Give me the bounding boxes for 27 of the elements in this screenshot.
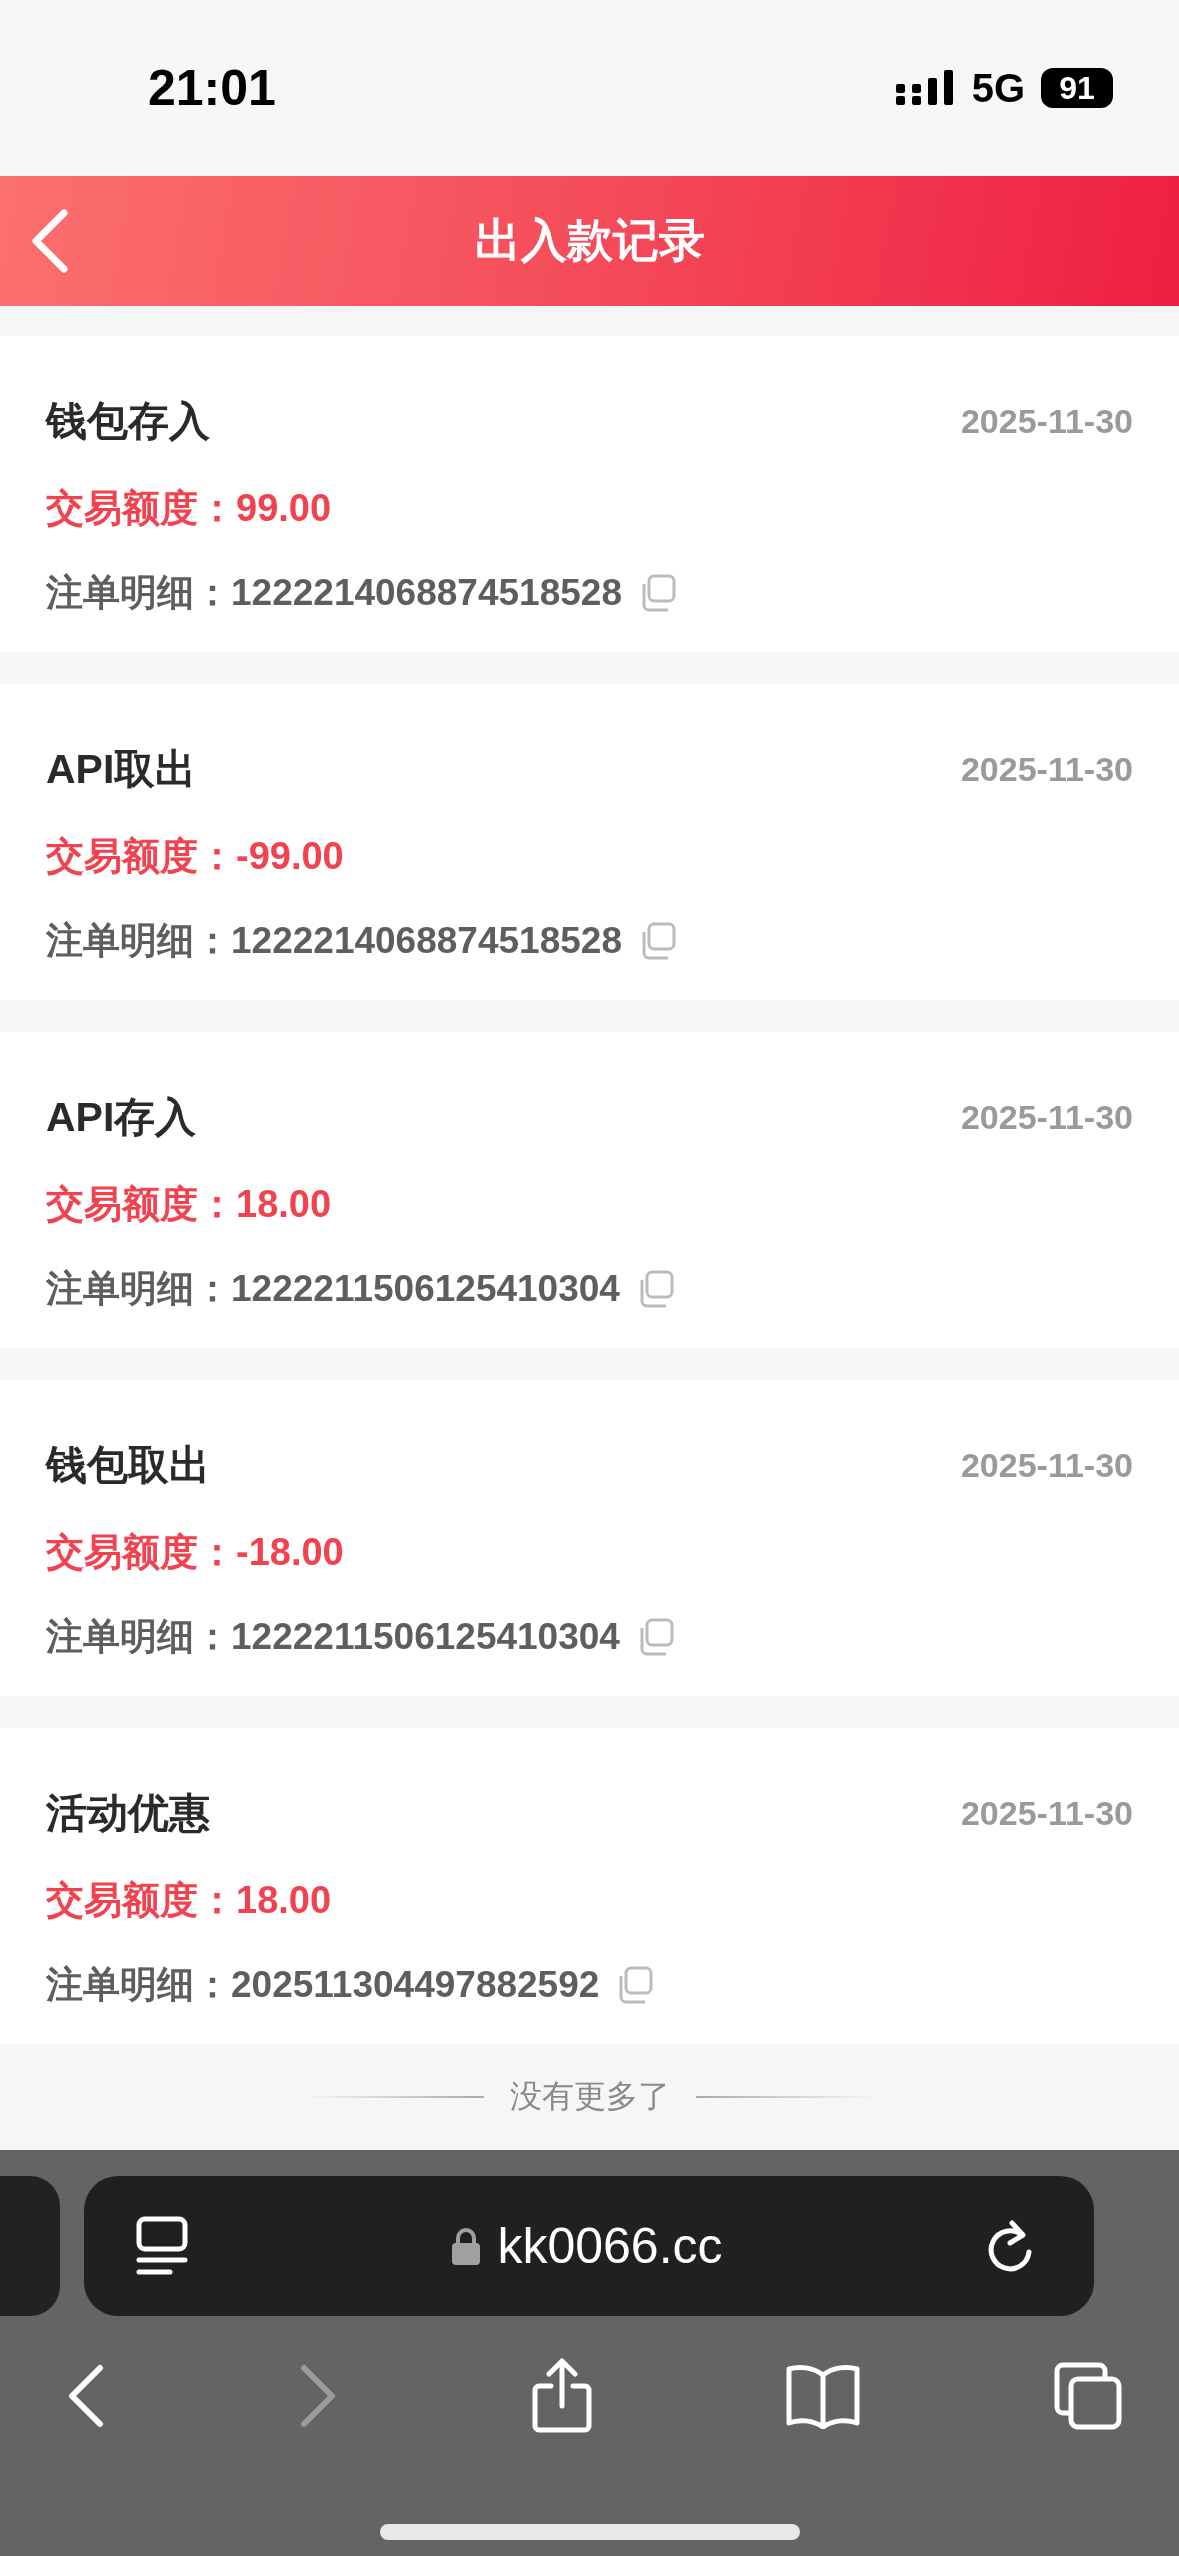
battery-indicator: 91	[1041, 68, 1113, 108]
amount-text: 交易额度：18.00	[46, 1878, 333, 1923]
order-detail: 注单明细：1222214068874518528	[46, 919, 622, 963]
network-label: 5G	[971, 65, 1025, 111]
record-title: API存入	[46, 1093, 197, 1142]
record-date: 2025-11-30	[960, 1446, 1133, 1485]
record-title: API取出	[46, 745, 197, 794]
record-date: 2025-11-30	[960, 750, 1133, 789]
amount-text: 交易额度：99.00	[46, 486, 333, 531]
amount-text: 交易额度：-99.00	[46, 834, 345, 879]
amount-text: 交易额度：-18.00	[46, 1530, 345, 1575]
order-detail: 注单明细：1222211506125410304	[46, 1615, 620, 1659]
end-note: 没有更多了	[509, 2077, 670, 2116]
status-time: 21:01	[148, 59, 276, 117]
record-date: 2025-11-30	[960, 1794, 1133, 1833]
record-title: 钱包存入	[46, 397, 210, 446]
order-detail: 注单明细：202511304497882592	[46, 1963, 600, 2007]
page-title: 出入款记录	[474, 213, 705, 268]
address-bar[interactable]: kk0066.cc	[84, 2176, 1094, 2316]
order-detail: 注单明细：1222214068874518528	[46, 571, 622, 615]
order-detail: 注单明细：1222211506125410304	[46, 1267, 620, 1311]
record-title: 活动优惠	[46, 1789, 210, 1838]
url-text: kk0066.cc	[497, 2217, 723, 2275]
record-date: 2025-11-30	[960, 1098, 1133, 1137]
amount-text: 交易额度：18.00	[46, 1182, 333, 1227]
record-title: 钱包取出	[46, 1441, 210, 1490]
record-date: 2025-11-30	[960, 402, 1133, 441]
